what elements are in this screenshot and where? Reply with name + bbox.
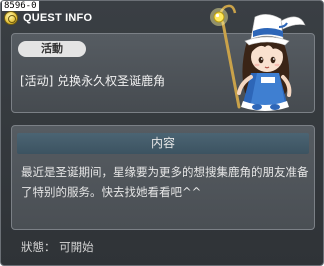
staff-icon bbox=[210, 4, 241, 109]
window-title: QUEST INFO bbox=[23, 12, 93, 24]
description-panel: 内容 最近是圣诞期间，星缘要为更多的想搜集鹿角的朋友准备了特别的服务。快去找她看… bbox=[11, 125, 315, 230]
npc-character-illustration bbox=[210, 4, 306, 111]
quest-info-window: 8596-0 QUEST INFO 活動 [活动] 兑换永久权圣诞鹿角 内容 最… bbox=[0, 0, 324, 266]
build-tag: 8596-0 bbox=[2, 1, 39, 11]
quest-medal-icon bbox=[4, 11, 18, 25]
category-badge: 活動 bbox=[18, 41, 86, 57]
quest-title: [活动] 兑换永久权圣诞鹿角 bbox=[20, 74, 166, 88]
content-header: 内容 bbox=[17, 133, 309, 154]
quest-status: 狀態： 可開始 bbox=[21, 240, 94, 254]
quest-description: 最近是圣诞期间，星缘要为更多的想搜集鹿角的朋友准备了特别的服务。快去找她看看吧^… bbox=[21, 165, 309, 199]
